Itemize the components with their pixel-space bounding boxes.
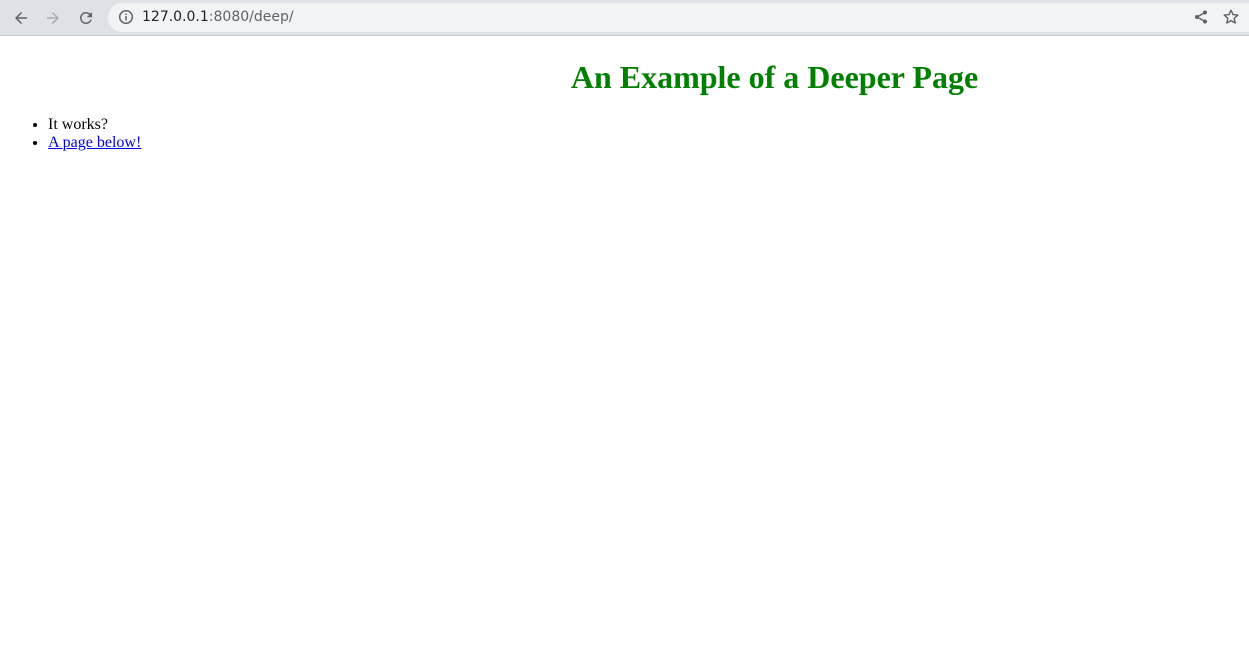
browser-toolbar: 127.0.0.1:8080/deep/	[0, 0, 1249, 36]
url-host: 127.0.0.1	[142, 9, 209, 25]
back-button[interactable]	[7, 4, 35, 32]
reload-button[interactable]	[72, 4, 100, 32]
share-icon[interactable]	[1193, 9, 1209, 25]
arrow-right-icon	[47, 12, 59, 24]
list-item-text: It works?	[48, 116, 108, 133]
page-below-link[interactable]: A page below!	[48, 134, 141, 151]
list-item: A page below!	[48, 134, 141, 152]
address-bar[interactable]: 127.0.0.1:8080/deep/	[108, 3, 1249, 32]
list-item: It works?	[48, 116, 141, 134]
item-list: It works? A page below!	[0, 116, 141, 152]
page-content: An Example of a Deeper Page It works? A …	[0, 36, 1249, 645]
url-path: :8080/deep/	[208, 9, 294, 25]
reload-icon	[79, 11, 92, 24]
forward-button[interactable]	[39, 4, 67, 32]
url-text[interactable]: 127.0.0.1:8080/deep/	[142, 9, 294, 26]
info-icon[interactable]	[118, 9, 134, 25]
arrow-left-icon	[15, 12, 27, 24]
bookmark-star-icon[interactable]	[1222, 8, 1240, 26]
page-title: An Example of a Deeper Page	[570, 59, 979, 95]
